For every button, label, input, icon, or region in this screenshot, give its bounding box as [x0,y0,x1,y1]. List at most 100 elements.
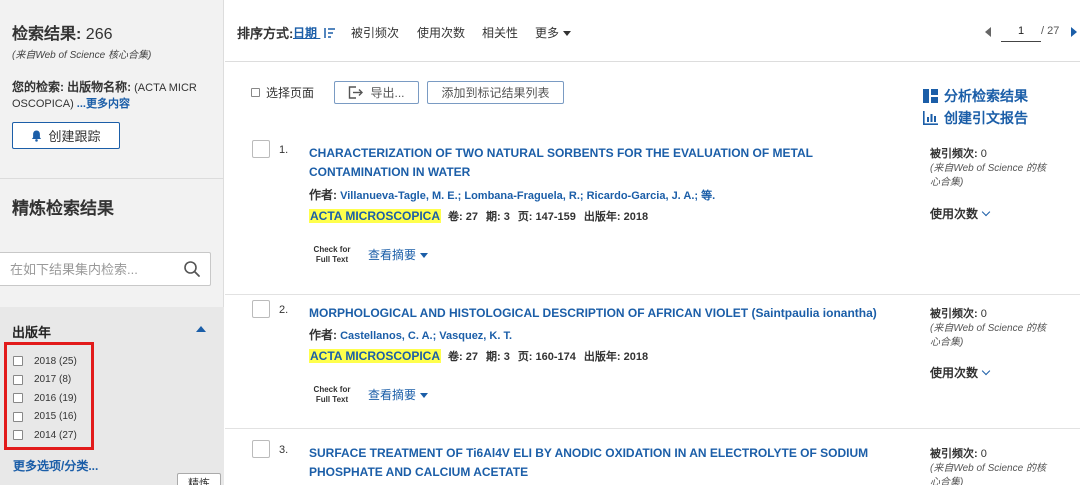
record-title-link[interactable]: MORPHOLOGICAL AND HISTOLOGICAL DESCRIPTI… [309,304,904,323]
checkbox[interactable] [251,88,260,97]
sort-bar: 排序方式: 日期 被引频次 使用次数 相关性 更多 / 27 [225,0,1080,62]
authors-links[interactable]: Villanueva-Tagle, M. E.; Lombana-Fraguel… [340,190,715,202]
refine-title: 精炼检索结果 [12,199,114,218]
cft-line-2: Full Text [315,255,349,264]
results-count: 266 [85,26,113,43]
analyze-results-link[interactable]: 分析检索结果 [923,86,1028,106]
view-abstract-toggle[interactable]: 查看摘要 [368,386,429,403]
page-total: / 27 [1041,25,1060,37]
record-title-link[interactable]: SURFACE TREATMENT OF Ti6Al4V ELI BY ANOD… [309,444,904,482]
cited-source-2: 心合集) [930,177,964,188]
sort-label: 排序方式: [237,26,294,41]
cited-source-1: (来自Web of Science 的核 [930,463,1046,474]
record-source: ACTA MICROSCOPICA 卷: 27 期: 3 页: 160-174 … [309,348,656,364]
volume: 卷: 27 [448,211,478,223]
sort-option-date[interactable]: 日期 [293,24,336,41]
cited-source-1: (来自Web of Science 的核 [930,323,1046,334]
highlight-annotation-box [4,342,94,450]
times-cited: 被引频次: 0 (来自Web of Science 的核 心合集) [930,445,1060,485]
caret-down-icon [563,31,572,36]
authors-label: 作者: [309,188,337,202]
analyze-label: 分析检索结果 [944,88,1028,104]
collapse-caret-icon[interactable] [196,326,206,332]
usage-label: 使用次数 [930,366,979,380]
journal-name[interactable]: ACTA MICROSCOPICA [309,349,441,363]
record-title-link[interactable]: CHARACTERIZATION OF TWO NATURAL SORBENTS… [309,144,904,182]
sidebar: 检索结果: 266 (来自Web of Science 核心合集) 您的检索: … [0,0,224,485]
record-authors: 作者: Villanueva-Tagle, M. E.; Lombana-Fra… [309,186,715,203]
chevron-down-icon [981,207,991,217]
export-label: 导出... [370,86,405,100]
refine-search-box [0,252,211,286]
cited-label: 被引频次: [930,148,978,160]
prev-page-icon[interactable] [985,27,991,37]
result-record: 3. SURFACE TREATMENT OF Ti6Al4V ELI BY A… [225,440,1080,485]
sort-descending-icon [324,28,336,38]
cited-value: 0 [980,308,987,320]
pages: 页: 160-174 [517,351,576,363]
add-to-marked-list-button[interactable]: 添加到标记结果列表 [427,81,564,104]
results-toolbar: 选择页面 导出... 添加到标记结果列表 分析检索结果 创建引文报告 [225,63,1080,126]
abstract-label: 查看摘要 [368,248,417,262]
record-checkbox[interactable] [252,440,270,458]
query-value-2: OSCOPICA) [12,98,74,110]
result-record: 2. MORPHOLOGICAL AND HISTOLOGICAL DESCRI… [225,300,1080,430]
search-icon[interactable] [183,260,201,278]
caret-down-icon [420,253,429,258]
cited-value: 0 [980,448,987,460]
record-source: ACTA MICROSCOPICA 卷: 27 期: 3 页: 147-159 … [309,208,656,224]
sort-more-label: 更多 [535,26,560,40]
record-checkbox[interactable] [252,140,270,158]
page-number-input[interactable] [1001,20,1041,42]
cited-source-1: (来自Web of Science 的核 [930,163,1046,174]
cft-line-1: Check for [313,245,351,254]
cited-label: 被引频次: [930,448,978,460]
authors-links[interactable]: Castellanos, C. A.; Vasquez, K. T. [340,330,512,342]
cft-line-2: Full Text [315,395,349,404]
cft-line-1: Check for [313,385,351,394]
times-cited: 被引频次: 0 (来自Web of Science 的核 心合集) [930,305,1060,349]
record-checkbox[interactable] [252,300,270,318]
sort-option-usage[interactable]: 使用次数 [417,24,465,41]
wos-results-page: 检索结果: 266 (来自Web of Science 核心合集) 您的检索: … [0,0,1080,485]
record-number: 3. [279,444,289,456]
sidebar-divider [0,178,224,179]
more-content-link[interactable]: ...更多内容 [77,98,130,110]
select-page[interactable]: 选择页面 [251,84,314,101]
pub-year: 出版年: 2018 [583,351,649,363]
refine-button[interactable]: 精炼 [177,473,221,485]
issue: 期: 3 [485,351,510,363]
next-page-icon[interactable] [1071,27,1077,37]
record-number: 1. [279,144,289,156]
sort-option-relevance[interactable]: 相关性 [482,24,518,41]
issue: 期: 3 [485,211,510,223]
check-full-text-button[interactable]: Check for Full Text [311,245,353,265]
citation-report-link[interactable]: 创建引文报告 [923,108,1028,128]
bar-chart-icon [923,111,938,125]
query-label: 您的检索: [12,80,64,94]
export-button[interactable]: 导出... [334,81,419,104]
view-abstract-toggle[interactable]: 查看摘要 [368,246,429,263]
refine-search-input[interactable] [0,261,169,277]
usage-label: 使用次数 [930,207,979,221]
citation-report-label: 创建引文报告 [944,110,1028,126]
chevron-down-icon [981,366,991,376]
query-field: 出版物名称: [67,80,132,94]
check-full-text-button[interactable]: Check for Full Text [311,385,353,405]
export-icon [349,86,364,99]
times-cited: 被引频次: 0 (来自Web of Science 的核 心合集) [930,145,1060,189]
authors-label: 作者: [309,328,337,342]
cited-value: 0 [980,148,987,160]
sort-option-citations[interactable]: 被引频次 [351,24,399,41]
sort-date-label: 日期 [293,26,318,40]
journal-name[interactable]: ACTA MICROSCOPICA [309,209,441,223]
results-count-line: 检索结果: 266 [12,20,211,44]
create-alert-label: 创建跟踪 [48,129,101,144]
more-options-link[interactable]: 更多选项/分类... [13,457,98,474]
record-divider [225,294,1080,295]
create-alert-button[interactable]: 创建跟踪 [12,122,120,149]
usage-count-toggle[interactable]: 使用次数 [930,364,991,381]
sort-more-dropdown[interactable]: 更多 [535,24,572,41]
caret-down-icon [420,393,429,398]
usage-count-toggle[interactable]: 使用次数 [930,205,991,222]
